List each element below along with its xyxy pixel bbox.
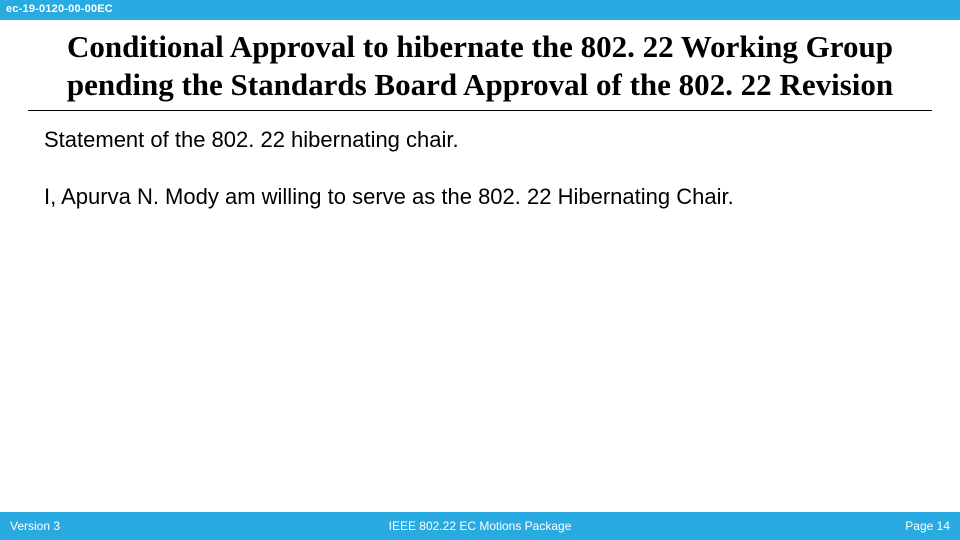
footer-page: Page 14 (905, 519, 950, 533)
header-bar: ec-19-0120-00-00EC (0, 0, 960, 20)
slide-title: Conditional Approval to hibernate the 80… (28, 28, 932, 111)
statement-line-2: I, Apurva N. Mody am willing to serve as… (44, 182, 916, 212)
statement-line-1: Statement of the 802. 22 hibernating cha… (44, 125, 916, 155)
doc-id: ec-19-0120-00-00EC (6, 3, 113, 15)
body-content: Statement of the 802. 22 hibernating cha… (0, 111, 960, 212)
footer-center: IEEE 802.22 EC Motions Package (389, 519, 572, 533)
title-container: Conditional Approval to hibernate the 80… (0, 20, 960, 111)
footer-bar: Version 3 IEEE 802.22 EC Motions Package… (0, 512, 960, 540)
footer-version: Version 3 (10, 519, 60, 533)
